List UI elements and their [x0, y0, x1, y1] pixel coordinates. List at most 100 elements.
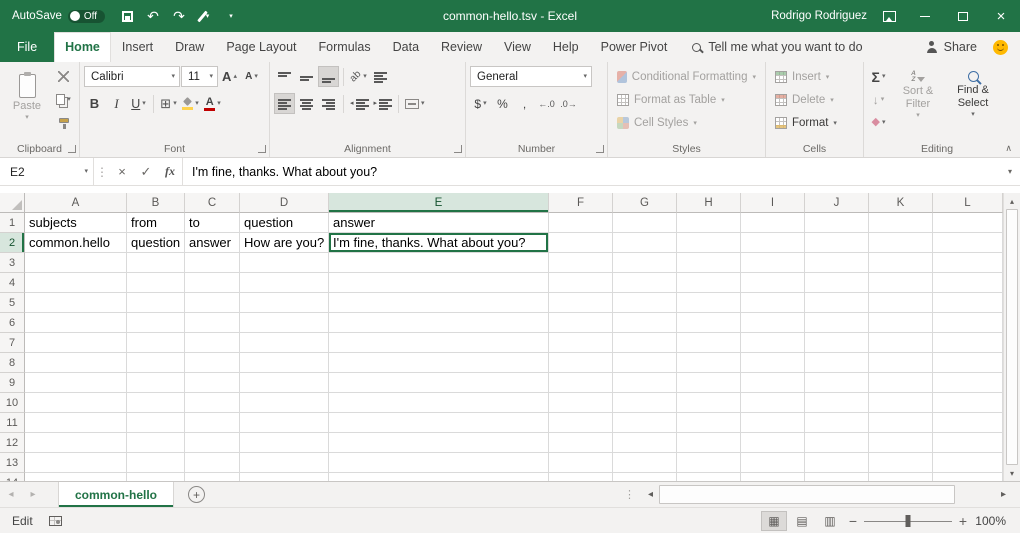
cell-K11[interactable] [869, 413, 933, 433]
row-header-11[interactable]: 11 [0, 413, 25, 433]
cell-I5[interactable] [741, 293, 805, 313]
bottom-align-button[interactable] [318, 66, 339, 87]
format-painter-button[interactable] [53, 112, 74, 133]
name-box-dropdown-icon[interactable]: ▾ [84, 168, 88, 175]
paste-button[interactable]: Paste ▾ [4, 66, 50, 133]
cell-J4[interactable] [805, 273, 869, 293]
cell-K6[interactable] [869, 313, 933, 333]
align-center-button[interactable] [296, 93, 317, 114]
redo-button[interactable]: ↷ [167, 3, 191, 29]
cell-E12[interactable] [329, 433, 549, 453]
cell-A2[interactable]: common.hello [25, 233, 127, 253]
cell-G11[interactable] [613, 413, 677, 433]
cell-E14[interactable] [329, 473, 549, 481]
autosave-toggle[interactable]: AutoSave Off [0, 10, 115, 23]
cell-A1[interactable]: subjects [25, 213, 127, 233]
row-header-7[interactable]: 7 [0, 333, 25, 353]
row-header-12[interactable]: 12 [0, 433, 25, 453]
cell-C11[interactable] [185, 413, 240, 433]
cell-H11[interactable] [677, 413, 741, 433]
cell-A10[interactable] [25, 393, 127, 413]
cell-H2[interactable] [677, 233, 741, 253]
cell-D2[interactable]: How are you? [240, 233, 329, 253]
cell-K1[interactable] [869, 213, 933, 233]
cell-J1[interactable] [805, 213, 869, 233]
orientation-button[interactable]: ab▾ [348, 66, 369, 87]
user-name[interactable]: Rodrigo Rodriguez [771, 10, 867, 22]
cell-I4[interactable] [741, 273, 805, 293]
cell-B2[interactable]: question [127, 233, 185, 253]
find-select-button[interactable]: Find & Select ▾ [947, 66, 999, 133]
cell-E13[interactable] [329, 453, 549, 473]
middle-align-button[interactable] [296, 66, 317, 87]
cell-L13[interactable] [933, 453, 1003, 473]
cell-J12[interactable] [805, 433, 869, 453]
cell-I9[interactable] [741, 373, 805, 393]
font-size-select[interactable]: 11▾ [181, 66, 218, 87]
cell-D10[interactable] [240, 393, 329, 413]
cell-F14[interactable] [549, 473, 613, 481]
cell-D1[interactable]: question [240, 213, 329, 233]
cell-D3[interactable] [240, 253, 329, 273]
ribbon-tab-formulas[interactable]: Formulas [308, 32, 382, 62]
tab-scroll-splitter[interactable]: ⋮ [617, 482, 642, 507]
cell-E6[interactable] [329, 313, 549, 333]
ribbon-tab-file[interactable]: File [0, 32, 54, 62]
underline-button[interactable]: U▾ [128, 93, 149, 114]
cell-E9[interactable] [329, 373, 549, 393]
cell-G12[interactable] [613, 433, 677, 453]
cell-A13[interactable] [25, 453, 127, 473]
enter-button[interactable]: ✓ [134, 158, 158, 185]
row-header-14[interactable]: 14 [0, 473, 25, 481]
horizontal-scroll-track[interactable] [659, 482, 995, 507]
italic-button[interactable]: I [106, 93, 127, 114]
zoom-out-button[interactable]: − [844, 513, 862, 529]
cell-D13[interactable] [240, 453, 329, 473]
cell-G2[interactable] [613, 233, 677, 253]
clear-button[interactable]: ◆▾ [868, 112, 889, 133]
wrap-text-button[interactable] [370, 66, 391, 87]
cell-E10[interactable] [329, 393, 549, 413]
cell-I6[interactable] [741, 313, 805, 333]
fill-color-button[interactable]: ▾ [180, 93, 201, 114]
cell-B4[interactable] [127, 273, 185, 293]
share-button[interactable]: Share [926, 32, 977, 62]
cell-F11[interactable] [549, 413, 613, 433]
select-all-button[interactable] [0, 193, 25, 213]
merge-center-button[interactable]: ▾ [403, 93, 427, 114]
cut-button[interactable] [53, 66, 74, 87]
column-header-J[interactable]: J [805, 193, 869, 213]
horizontal-scrollbar[interactable]: ◂ ▸ [642, 482, 1020, 507]
ribbon-tab-view[interactable]: View [493, 32, 542, 62]
cell-J8[interactable] [805, 353, 869, 373]
sort-filter-button[interactable]: A Z Sort & Filter ▾ [892, 66, 944, 133]
increase-decimal-button[interactable]: ←.0 [536, 93, 557, 114]
delete-cells-button[interactable]: Delete ▾ [770, 89, 859, 111]
column-header-F[interactable]: F [549, 193, 613, 213]
cell-H14[interactable] [677, 473, 741, 481]
cell-E2[interactable]: I'm fine, thanks. What about you? [329, 233, 549, 253]
cell-A12[interactable] [25, 433, 127, 453]
cell-K10[interactable] [869, 393, 933, 413]
column-header-E[interactable]: E [329, 193, 549, 213]
page-break-view-button[interactable]: ▥ [817, 511, 843, 531]
top-align-button[interactable] [274, 66, 295, 87]
formula-input[interactable]: I'm fine, thanks. What about you? [182, 158, 1000, 185]
cell-C6[interactable] [185, 313, 240, 333]
number-dialog-launcher[interactable] [596, 145, 604, 153]
increase-font-size-button[interactable]: A▴ [219, 66, 240, 87]
row-header-4[interactable]: 4 [0, 273, 25, 293]
scroll-left-icon[interactable]: ◂ [642, 489, 659, 500]
cell-L11[interactable] [933, 413, 1003, 433]
cell-B12[interactable] [127, 433, 185, 453]
cell-I8[interactable] [741, 353, 805, 373]
ribbon-tab-review[interactable]: Review [430, 32, 493, 62]
cell-L8[interactable] [933, 353, 1003, 373]
cell-G3[interactable] [613, 253, 677, 273]
cell-E8[interactable] [329, 353, 549, 373]
cell-B6[interactable] [127, 313, 185, 333]
cell-C13[interactable] [185, 453, 240, 473]
cell-C14[interactable] [185, 473, 240, 481]
number-format-select[interactable]: General▾ [470, 66, 592, 87]
cell-B14[interactable] [127, 473, 185, 481]
